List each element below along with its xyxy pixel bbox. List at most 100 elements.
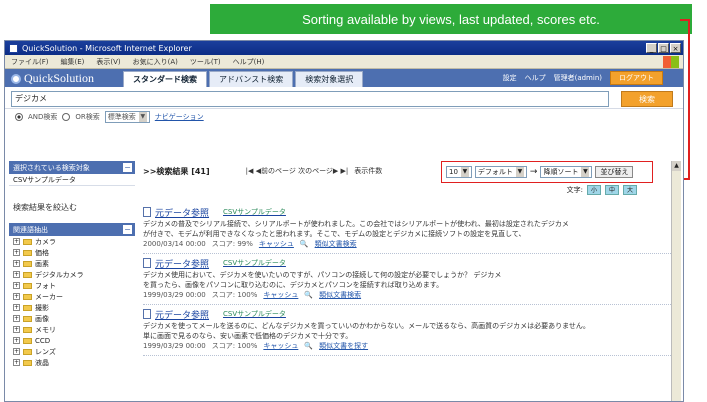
result-snippet: 単に画面で見るのなら、安い画素で低価格のデジカメで十分です。 bbox=[143, 332, 353, 340]
result-title[interactable]: 元データ参照 bbox=[155, 206, 209, 219]
tree-label: 価格 bbox=[35, 248, 49, 257]
search-tabs: スタンダード検索 アドバンスト検索 検索対象選択 bbox=[123, 71, 364, 87]
tab-advanced-search[interactable]: アドバンスト検索 bbox=[209, 71, 294, 87]
and-radio[interactable] bbox=[15, 113, 23, 121]
menu-favorites[interactable]: お気に入り(A) bbox=[133, 57, 178, 67]
font-size-label: 文字: bbox=[566, 186, 583, 194]
settings-link[interactable]: 設定 bbox=[503, 73, 517, 83]
menu-file[interactable]: ファイル(F) bbox=[11, 57, 49, 67]
window-controls: _ □ × bbox=[646, 43, 683, 53]
tree-item[interactable]: + メーカー bbox=[9, 291, 135, 302]
cache-link[interactable]: キャッシュ bbox=[259, 239, 294, 250]
similar-docs-link[interactable]: 類似文書検索 bbox=[319, 290, 361, 301]
font-small-button[interactable]: 小 bbox=[587, 185, 601, 195]
result-title-link[interactable]: 元データ参照 CSVサンプルデータ bbox=[143, 205, 677, 219]
tree-item[interactable]: + メモリ bbox=[9, 324, 135, 335]
selected-target-item[interactable]: CSVサンプルデータ bbox=[9, 174, 135, 186]
tree-item[interactable]: + CCD bbox=[9, 335, 135, 346]
result-title-link[interactable]: 元データ参照 CSVサンプルデータ bbox=[143, 256, 677, 270]
windows-logo-icon bbox=[663, 56, 679, 68]
sort-order-select[interactable]: 降順ソート ▼ bbox=[540, 166, 593, 178]
menu-help[interactable]: ヘルプ(H) bbox=[233, 57, 265, 67]
result-snippet: デジカメ使用において、デジカメを使いたいのですが、パソコンの接続して何の設定が必… bbox=[143, 271, 502, 279]
minimize-button[interactable]: _ bbox=[646, 43, 657, 53]
result-title[interactable]: 元データ参照 bbox=[155, 308, 209, 321]
tree-item[interactable]: + カメラ bbox=[9, 236, 135, 247]
related-terms-title: 関連語抽出 bbox=[13, 225, 48, 234]
folder-icon bbox=[23, 348, 32, 355]
folder-icon bbox=[23, 293, 32, 300]
tree-label: 撮影 bbox=[35, 303, 49, 312]
search-button[interactable]: 検索 bbox=[621, 90, 673, 107]
expand-icon[interactable]: + bbox=[13, 304, 20, 311]
per-page-select[interactable]: 10 ▼ bbox=[446, 166, 472, 178]
maximize-button[interactable]: □ bbox=[658, 43, 669, 53]
logout-button[interactable]: ログアウト bbox=[610, 71, 663, 85]
search-type-value: 標準検索 bbox=[107, 113, 136, 121]
menu-tools[interactable]: ツール(T) bbox=[190, 57, 221, 67]
magnifier-icon: 🔍 bbox=[299, 240, 309, 248]
narrow-results-title: 検索結果を絞込む bbox=[13, 203, 77, 212]
callout-leader-vertical bbox=[688, 19, 690, 179]
expand-icon[interactable]: + bbox=[13, 249, 20, 256]
expand-icon[interactable]: + bbox=[13, 337, 20, 344]
scroll-up-icon[interactable]: ▲ bbox=[672, 161, 681, 171]
chevron-down-icon: ▼ bbox=[460, 167, 469, 177]
tree-label: 液晶 bbox=[35, 358, 49, 367]
per-page-value: 10 bbox=[449, 168, 458, 176]
menu-view[interactable]: 表示(V) bbox=[96, 57, 120, 67]
tree-item[interactable]: + 価格 bbox=[9, 247, 135, 258]
tree-item[interactable]: + レンズ bbox=[9, 346, 135, 357]
search-type-select[interactable]: 標準検索 ▼ bbox=[104, 111, 150, 123]
and-label: AND検索 bbox=[28, 113, 58, 121]
collapse-icon[interactable]: − bbox=[123, 225, 132, 234]
font-medium-button[interactable]: 中 bbox=[605, 185, 619, 195]
folder-icon bbox=[23, 260, 32, 267]
expand-icon[interactable]: + bbox=[13, 282, 20, 289]
result-title[interactable]: 元データ参照 bbox=[155, 257, 209, 270]
tree-label: カメラ bbox=[35, 237, 56, 246]
folder-icon bbox=[23, 337, 32, 344]
sidebar: 選択されている検索対象 − CSVサンプルデータ 検索結果を絞込む 関連語抽出 − … bbox=[9, 161, 135, 401]
logo-text: QuickSolution bbox=[24, 71, 95, 85]
expand-icon[interactable]: + bbox=[13, 315, 20, 322]
expand-icon[interactable]: + bbox=[13, 326, 20, 333]
cache-link[interactable]: キャッシュ bbox=[263, 341, 298, 352]
cache-link[interactable]: キャッシュ bbox=[263, 290, 298, 301]
expand-icon[interactable]: + bbox=[13, 271, 20, 278]
vertical-scrollbar[interactable]: ▲ bbox=[671, 161, 681, 401]
navigation-link[interactable]: ナビゲーション bbox=[155, 112, 204, 122]
tree-item[interactable]: + デジタルカメラ bbox=[9, 269, 135, 280]
similar-docs-link[interactable]: 類似文書を探す bbox=[319, 341, 368, 352]
search-input[interactable]: デジカメ bbox=[11, 90, 609, 107]
tree-item[interactable]: + 画像 bbox=[9, 313, 135, 324]
tab-standard-search[interactable]: スタンダード検索 bbox=[123, 71, 207, 87]
sort-button[interactable]: 並び替え bbox=[595, 166, 634, 178]
close-button[interactable]: × bbox=[670, 43, 681, 53]
font-large-button[interactable]: 大 bbox=[623, 185, 637, 195]
expand-icon[interactable]: + bbox=[13, 260, 20, 267]
tree-item[interactable]: + 画素 bbox=[9, 258, 135, 269]
expand-icon[interactable]: + bbox=[13, 359, 20, 366]
menu-edit[interactable]: 編集(E) bbox=[61, 57, 85, 67]
folder-icon bbox=[23, 282, 32, 289]
expand-icon[interactable]: + bbox=[13, 238, 20, 245]
collapse-icon[interactable]: − bbox=[123, 163, 132, 172]
expand-icon[interactable]: + bbox=[13, 348, 20, 355]
tree-label: メモリ bbox=[35, 325, 56, 334]
expand-icon[interactable]: + bbox=[13, 293, 20, 300]
sort-key-select[interactable]: デフォルト ▼ bbox=[474, 166, 527, 178]
or-radio[interactable] bbox=[62, 113, 71, 121]
result-meta: 2000/03/14 00:00 スコア: 99% キャッシュ 🔍 類似文書検索 bbox=[143, 239, 677, 250]
tab-target-select[interactable]: 検索対象選択 bbox=[295, 71, 364, 87]
result-title-link[interactable]: 元データ参照 CSVサンプルデータ bbox=[143, 307, 677, 321]
tree-item[interactable]: + 液晶 bbox=[9, 357, 135, 368]
tree-item[interactable]: + 撮影 bbox=[9, 302, 135, 313]
similar-docs-link[interactable]: 類似文書検索 bbox=[315, 239, 357, 250]
result-meta: 1999/03/29 00:00 スコア: 100% キャッシュ 🔍 類似文書を探す bbox=[143, 341, 677, 352]
tree-item[interactable]: + フォト bbox=[9, 280, 135, 291]
pager[interactable]: |◀ ◀前のページ 次のページ▶ ▶| bbox=[246, 166, 349, 176]
tree-label: フォト bbox=[35, 281, 56, 290]
help-link[interactable]: ヘルプ bbox=[525, 73, 546, 83]
callout-leader-top bbox=[680, 19, 690, 21]
